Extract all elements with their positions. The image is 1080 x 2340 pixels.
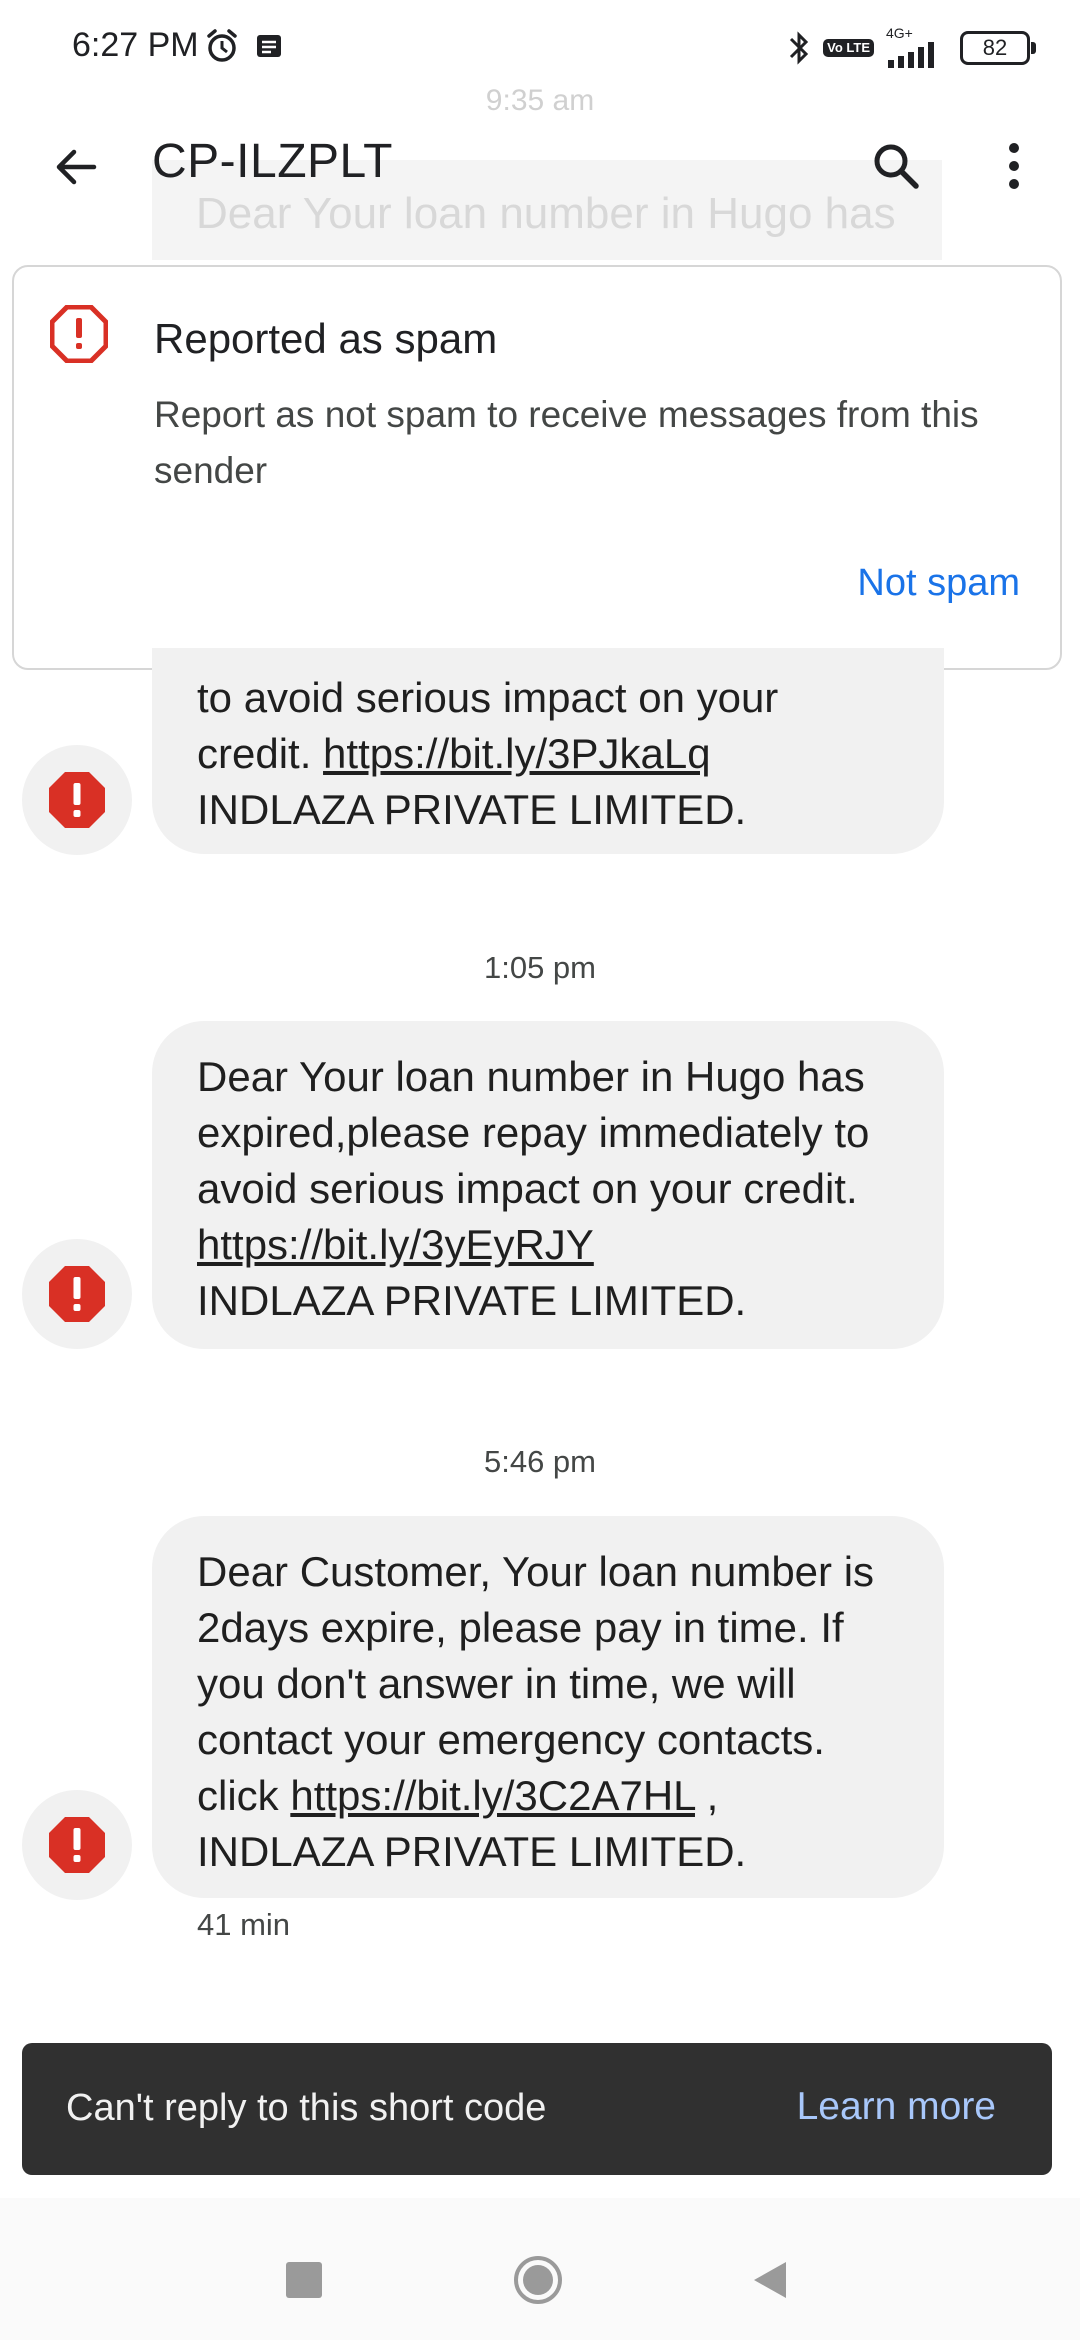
- message-link[interactable]: https://bit.ly/3C2A7HL: [290, 1772, 695, 1819]
- spam-alert-icon: [49, 772, 105, 828]
- message-timestamp: 1:05 pm: [483, 950, 596, 985]
- more-vert-icon: [1009, 143, 1019, 189]
- message-sender-text: INDLAZA PRIVATE LIMITED.: [197, 786, 747, 833]
- home-button[interactable]: [512, 2254, 564, 2306]
- report-icon: [50, 305, 108, 363]
- battery-level: 82: [982, 35, 1008, 60]
- spam-title: Reported as spam: [154, 315, 498, 362]
- learn-more-button[interactable]: Learn more: [797, 2085, 996, 2129]
- more-options-button[interactable]: [978, 130, 1050, 202]
- message-bubble[interactable]: Dear Your loan number in Hugo has expire…: [152, 1021, 944, 1349]
- message-age: 41 min: [197, 1907, 291, 1942]
- alarm-icon: [207, 29, 237, 62]
- nav-back-button[interactable]: [752, 2260, 788, 2300]
- message-bubble[interactable]: to avoid serious impact on your credit. …: [152, 648, 944, 854]
- not-spam-button[interactable]: Not spam: [857, 562, 1020, 605]
- recents-button[interactable]: [286, 2262, 322, 2298]
- sender-avatar: [22, 1790, 132, 1900]
- battery-indicator: 82: [960, 31, 1036, 65]
- status-time: 6:27 PM: [72, 26, 199, 64]
- message-link[interactable]: https://bit.ly/3PJkaLq: [323, 730, 711, 777]
- spam-alert-icon: [49, 1266, 105, 1322]
- spam-alert-icon: [49, 1817, 105, 1873]
- message-link[interactable]: https://bit.ly/3yEyRJY: [197, 1221, 594, 1268]
- snackbar-text: Can't reply to this short code: [66, 2087, 547, 2129]
- message-bubble[interactable]: Dear Customer, Your loan number is 2days…: [152, 1516, 944, 1898]
- message-notification-icon: [257, 35, 281, 57]
- search-button[interactable]: [860, 130, 932, 202]
- message-timestamp: 5:46 pm: [483, 1444, 596, 1479]
- sender-avatar: [22, 745, 132, 855]
- system-nav-bar: [0, 2198, 1080, 2340]
- message-sender-text: INDLAZA PRIVATE LIMITED.: [197, 1277, 747, 1324]
- snackbar: Can't reply to this short code Learn mor…: [22, 2043, 1052, 2175]
- conversation-title: CP-ILZPLT: [152, 135, 393, 188]
- spam-banner: Reported as spam Report as not spam to r…: [12, 265, 1062, 670]
- arrow-back-icon: [56, 149, 97, 185]
- signal-icon: [888, 42, 934, 68]
- volte-badge: Vo LTE: [823, 39, 874, 57]
- message-text: Dear Your loan number in Hugo has expire…: [197, 1053, 870, 1212]
- status-bar: 6:27 PM Vo LTE 4G+ 82: [0, 0, 1080, 96]
- app-bar: CP-ILZPLT: [0, 96, 1080, 236]
- network-type: 4G+: [886, 25, 913, 41]
- spam-description: Report as not spam to receive messages f…: [154, 394, 979, 491]
- search-icon: [874, 144, 919, 189]
- back-button[interactable]: [40, 131, 112, 203]
- bluetooth-icon: [790, 31, 809, 65]
- sender-avatar: [22, 1239, 132, 1349]
